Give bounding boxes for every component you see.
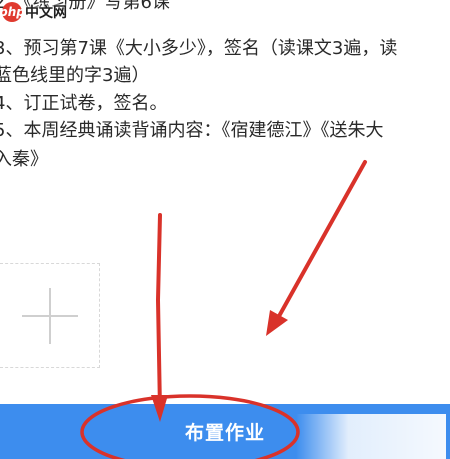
homework-screen: 2、《练习册》写第6课 3、预习第7课《大小多少》，签名（读课文3遍，读 蓝色线…: [0, 0, 450, 459]
arrow-diagonal-head: [266, 310, 288, 336]
homework-line-4: 4、订正试卷，签名。: [0, 93, 168, 114]
homework-line-3: 蓝色线里的字3遍）: [0, 65, 150, 86]
php-logo-icon: php: [0, 2, 25, 22]
site-logo: php 中文网: [0, 2, 67, 22]
add-attachment-button[interactable]: [0, 263, 100, 368]
arrow-vertical-shaft: [155, 213, 162, 412]
plus-icon: [21, 287, 78, 344]
watermark-overlay: [296, 414, 446, 459]
assign-homework-button[interactable]: 布置作业: [185, 418, 265, 445]
homework-line-6: 入秦》: [0, 149, 48, 170]
homework-line-5: 5、本周经典诵读背诵内容：《宿建德江》《送朱大: [0, 120, 384, 141]
arrow-diagonal-shaft: [276, 160, 367, 320]
homework-line-2: 3、预习第7课《大小多少》，签名（读课文3遍，读: [0, 38, 398, 59]
logo-text: 中文网: [25, 5, 67, 21]
